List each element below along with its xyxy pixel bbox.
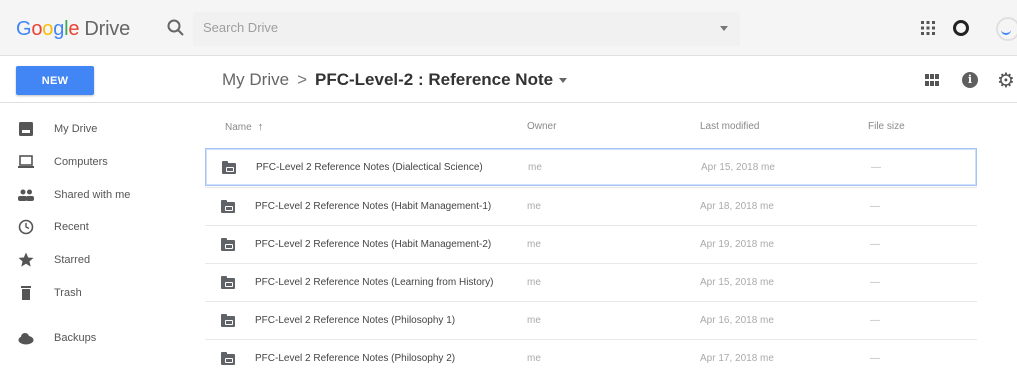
top-bar: Google Drive <box>0 0 1017 56</box>
search-box[interactable] <box>193 12 740 46</box>
table-row[interactable]: PFC-Level 2 Reference Notes (Learning fr… <box>205 263 977 301</box>
avatar[interactable] <box>996 17 1017 41</box>
toolbar: NEW My Drive > PFC-Level-2 : Reference Not… <box>0 57 1017 103</box>
table-row[interactable]: PFC-Level 2 Reference Notes (Habit Manag… <box>205 187 977 225</box>
file-size: — <box>870 353 880 364</box>
sidebar-item-computers[interactable]: Computers <box>0 148 200 178</box>
search-icon[interactable] <box>166 18 186 38</box>
file-last-modified: Apr 19, 2018 me <box>700 239 774 250</box>
column-name-header[interactable]: Name ↑ <box>225 121 263 133</box>
file-owner: me <box>527 239 541 250</box>
file-size: — <box>871 162 881 173</box>
logo-product-name: Drive <box>84 18 131 40</box>
breadcrumb-my-drive[interactable]: My Drive <box>222 70 289 89</box>
folder-menu-dropdown-icon[interactable] <box>559 78 568 84</box>
table-row[interactable]: PFC-Level 2 Reference Notes (Philosophy … <box>205 301 977 339</box>
file-list: Name ↑ Owner Last modified File size PFC-… <box>200 104 1017 372</box>
apps-grid-icon[interactable] <box>921 21 935 35</box>
search-input[interactable] <box>203 20 683 35</box>
file-last-modified: Apr 15, 2018 me <box>701 162 775 173</box>
star-icon <box>18 252 34 267</box>
shared-folder-icon <box>221 352 235 365</box>
sidebar-item-recent[interactable]: Recent <box>0 213 200 243</box>
file-size: — <box>870 201 880 212</box>
file-last-modified: Apr 15, 2018 me <box>700 277 774 288</box>
breadcrumb: My Drive > PFC-Level-2 : Reference Note <box>222 70 568 90</box>
search-options-dropdown-icon[interactable] <box>720 26 728 31</box>
file-last-modified: Apr 16, 2018 me <box>700 315 774 326</box>
table-row[interactable]: PFC-Level 2 Reference Notes (Habit Manag… <box>205 225 977 263</box>
grid-view-icon[interactable] <box>925 74 939 86</box>
file-name: PFC-Level 2 Reference Notes (Dialectical… <box>256 162 483 173</box>
settings-gear-icon[interactable]: ⚙ <box>997 68 1015 93</box>
file-owner: me <box>527 201 541 212</box>
file-owner: me <box>527 277 541 288</box>
sidebar: My Drive Computers Shared with me Recent… <box>0 104 200 372</box>
file-size: — <box>870 315 880 326</box>
shared-icon <box>18 189 34 201</box>
file-name: PFC-Level 2 Reference Notes (Philosophy … <box>255 353 456 364</box>
info-icon[interactable]: i <box>962 72 978 88</box>
file-name: PFC-Level 2 Reference Notes (Habit Manag… <box>255 201 492 212</box>
shared-folder-icon <box>221 314 235 327</box>
breadcrumb-separator: > <box>297 70 307 89</box>
trash-icon <box>21 286 31 300</box>
file-name: PFC-Level 2 Reference Notes (Philosophy … <box>255 315 456 326</box>
column-owner-header[interactable]: Owner <box>527 121 556 132</box>
file-size: — <box>870 239 880 250</box>
shared-folder-icon <box>222 161 236 174</box>
cloud-icon <box>18 333 34 345</box>
sidebar-item-backups[interactable]: Backups <box>0 324 200 354</box>
new-button[interactable]: NEW <box>16 66 94 95</box>
table-row[interactable]: PFC-Level 2 Reference Notes (Dialectical… <box>205 148 977 186</box>
file-owner: me <box>528 162 542 173</box>
sidebar-item-starred[interactable]: Starred <box>0 246 200 276</box>
google-drive-logo[interactable]: Google Drive <box>16 18 130 41</box>
breadcrumb-current-folder[interactable]: PFC-Level-2 : Reference Note <box>315 70 553 89</box>
my-drive-icon <box>19 122 33 136</box>
sidebar-item-my-drive[interactable]: My Drive <box>0 115 200 145</box>
column-last-modified-header[interactable]: Last modified <box>700 121 759 132</box>
file-name: PFC-Level 2 Reference Notes (Learning fr… <box>255 277 494 288</box>
list-header: Name ↑ Owner Last modified File size <box>200 104 1017 144</box>
file-name: PFC-Level 2 Reference Notes (Habit Manag… <box>255 239 492 250</box>
table-row[interactable]: PFC-Level 2 Reference Notes (Philosophy … <box>205 339 977 372</box>
sidebar-item-shared-with-me[interactable]: Shared with me <box>0 181 200 211</box>
file-size: — <box>870 277 880 288</box>
sidebar-item-trash[interactable]: Trash <box>0 279 200 309</box>
file-last-modified: Apr 18, 2018 me <box>700 201 774 212</box>
account-circle-icon[interactable] <box>953 20 969 36</box>
column-file-size-header[interactable]: File size <box>868 121 905 132</box>
clock-icon <box>18 219 34 235</box>
shared-folder-icon <box>221 276 235 289</box>
file-last-modified: Apr 17, 2018 me <box>700 353 774 364</box>
computers-icon <box>18 155 34 168</box>
file-owner: me <box>527 353 541 364</box>
shared-folder-icon <box>221 200 235 213</box>
file-owner: me <box>527 315 541 326</box>
shared-folder-icon <box>221 238 235 251</box>
sort-ascending-icon[interactable]: ↑ <box>258 121 264 133</box>
